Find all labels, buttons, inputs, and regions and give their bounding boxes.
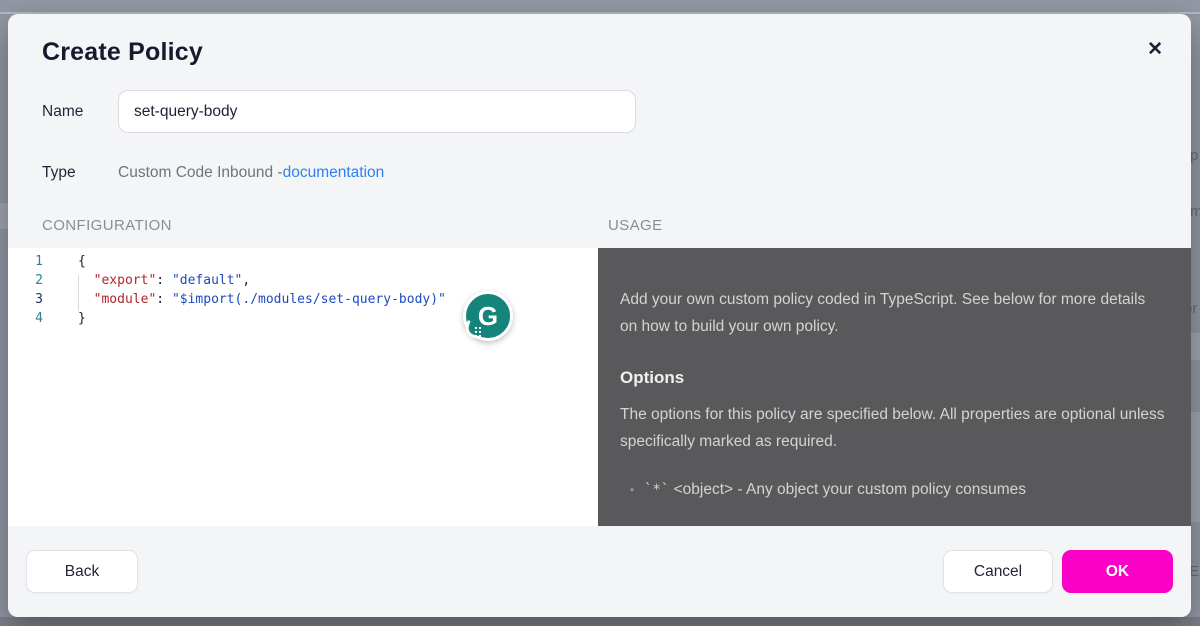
json-value: "default" [172,273,242,288]
option-text: `*` <object> - Any object your custom po… [644,481,1026,499]
grammarly-g-glyph: G [478,303,498,329]
configuration-code-editor[interactable]: 1 { 2 "export": "default", 3 "module": "… [8,248,598,526]
line-number: 1 [8,252,43,271]
usage-panel: Add your own custom policy coded in Type… [598,248,1191,526]
json-value: "$import(./modules/set-query-body)" [172,292,446,307]
ok-button[interactable]: OK [1062,550,1173,593]
code-text: { [43,252,86,271]
background-clipped-text: m [1190,203,1200,220]
cancel-button[interactable]: Cancel [943,550,1053,593]
line-number: 2 [8,271,43,290]
background-row-fragment [1191,333,1200,360]
grammarly-icon[interactable]: G [463,291,513,341]
line-number: 4 [8,309,43,328]
code-text: "export": "default", [43,271,250,290]
dialog-title: Create Policy [42,38,203,67]
background-row-fragment [0,203,8,229]
bullet-icon: • [620,482,644,497]
background-bottom-strip [0,617,1200,626]
usage-header: USAGE [608,217,663,234]
dialog-footer: Back Cancel OK [8,526,1191,617]
json-key: "module" [94,292,157,307]
type-label: Type [42,164,118,182]
dialog-columns: 1 { 2 "export": "default", 3 "module": "… [8,248,1191,526]
name-row: Name [42,90,636,133]
code-line: 1 { [8,252,598,271]
create-policy-dialog: Create Policy ✕ Name Type Custom Code In… [8,14,1191,617]
code-text: } [43,309,86,328]
back-button[interactable]: Back [26,550,138,593]
usage-description: Add your own custom policy coded in Type… [620,286,1165,340]
options-description: The options for this policy are specifie… [620,401,1165,455]
configuration-header: CONFIGURATION [42,217,172,234]
json-key: "export" [94,273,157,288]
indent-guide [78,275,79,311]
background-row-fragment [1191,412,1200,522]
policy-name-input[interactable] [118,90,636,133]
code-text: "module": "$import(./modules/set-query-b… [43,290,446,309]
option-list-item: • `*` <object> - Any object your custom … [620,481,1165,499]
type-row: Type Custom Code Inbound - documentation [42,164,384,182]
name-label: Name [42,103,118,121]
close-icon[interactable]: ✕ [1147,40,1163,59]
documentation-link[interactable]: documentation [283,164,385,182]
type-value: Custom Code Inbound - [118,164,283,182]
code-line: 2 "export": "default", [8,271,598,290]
grammarly-drag-dots-icon [475,327,477,329]
line-number-active: 3 [8,290,43,309]
options-heading: Options [620,368,1165,388]
background-clipped-text: p [1190,147,1198,164]
